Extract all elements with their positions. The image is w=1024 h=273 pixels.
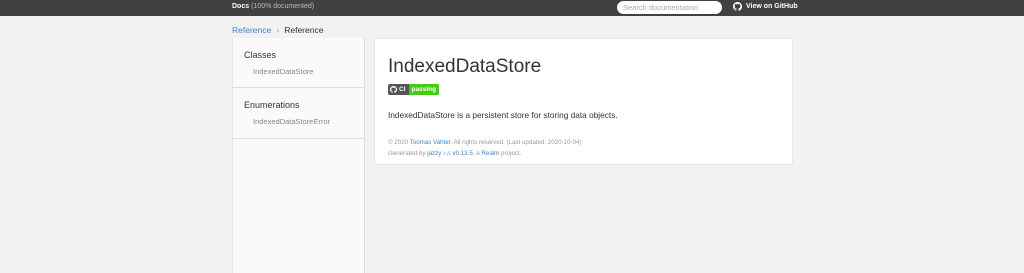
nav-group-classes: Classes IndexedDataStore	[233, 38, 364, 88]
breadcrumb: Reference › Reference	[232, 25, 323, 35]
copyright-prefix: © 2020	[388, 139, 410, 146]
github-label: View on GitHub	[746, 3, 798, 10]
ci-status-badge[interactable]: CI passing	[388, 84, 440, 95]
page-title: IndexedDataStore	[388, 56, 542, 77]
github-icon	[733, 2, 742, 11]
generated-prefix: Generated by	[388, 150, 428, 157]
nav-group-enumerations: Enumerations IndexedDataStoreError	[233, 88, 364, 139]
generated-suffix: project.	[499, 150, 522, 157]
page-footer: © 2020 Toomas Vahter. All rights reserve…	[388, 137, 582, 159]
realm-link[interactable]: Realm	[481, 150, 499, 157]
nav-item-indexeddatastore[interactable]: IndexedDataStore	[244, 67, 364, 76]
copyright-suffix: . All rights reserved. (Last updated: 20…	[450, 139, 582, 146]
sidebar: Classes IndexedDataStore Enumerations In…	[232, 38, 365, 273]
nav-item-indexeddatastoreerror[interactable]: IndexedDataStoreError	[244, 117, 364, 126]
badge-status: passing	[408, 84, 440, 95]
search-input[interactable]	[617, 1, 722, 14]
github-icon	[390, 86, 397, 93]
main-content: IndexedDataStore CI passing IndexedDataS…	[374, 38, 793, 165]
jazzy-link[interactable]: jazzy ♪♫ v0.13.5	[427, 150, 473, 157]
nav-group-title-classes[interactable]: Classes	[244, 50, 364, 60]
nav-group-title-enumerations[interactable]: Enumerations	[244, 100, 364, 110]
breadcrumb-current: Reference	[284, 25, 324, 35]
page-description: IndexedDataStore is a persistent store f…	[388, 110, 618, 120]
view-on-github-link[interactable]: View on GitHub	[733, 2, 798, 11]
author-link[interactable]: Toomas Vahter	[410, 139, 451, 146]
docs-title[interactable]: Docs (100% documented)	[232, 3, 314, 10]
coverage-label: (100% documented)	[251, 3, 315, 10]
copyright-line: © 2020 Toomas Vahter. All rights reserve…	[388, 137, 582, 148]
breadcrumb-root-link[interactable]: Reference	[232, 25, 271, 35]
generated-line: Generated by jazzy ♪♫ v0.13.5, a Realm p…	[388, 148, 582, 159]
top-bar: Docs (100% documented) View on GitHub	[0, 0, 1024, 16]
docs-label[interactable]: Docs	[232, 3, 249, 10]
chevron-right-icon: ›	[276, 25, 280, 35]
badge-label-segment: CI	[388, 84, 409, 95]
badge-label: CI	[399, 86, 406, 93]
